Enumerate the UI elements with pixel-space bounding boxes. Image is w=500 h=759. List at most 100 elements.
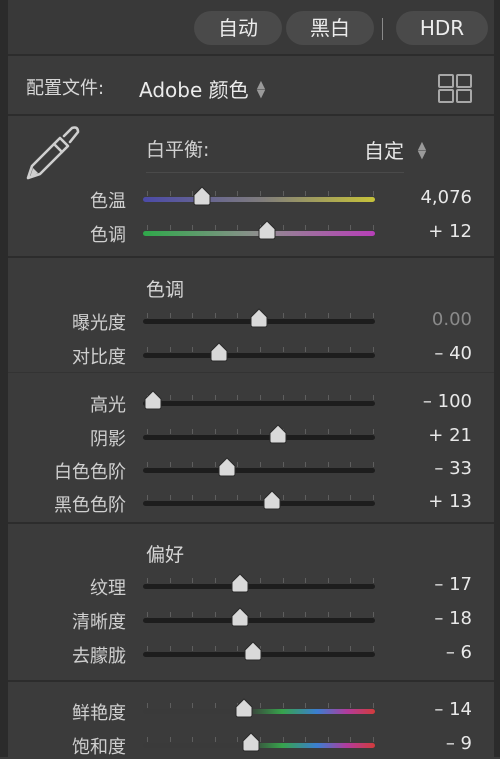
saturation-value[interactable]: – 9 — [372, 733, 472, 754]
tick — [169, 347, 171, 352]
tick — [305, 462, 307, 467]
tick — [260, 578, 261, 583]
highlights-label: 高光 — [90, 395, 126, 416]
tick — [237, 225, 239, 230]
profile-label: 配置文件: — [26, 78, 105, 99]
tick — [237, 191, 239, 196]
black-white-button[interactable]: 黑白 — [286, 11, 374, 45]
tick — [237, 646, 239, 651]
whites-slider-track[interactable] — [143, 468, 375, 473]
tick — [282, 395, 284, 400]
tick — [260, 429, 261, 434]
tick — [192, 737, 194, 742]
saturation-label: 饱和度 — [72, 737, 126, 758]
texture-value[interactable]: – 17 — [372, 574, 472, 595]
tone-section-title: 色调 — [146, 279, 185, 301]
tick — [192, 646, 194, 651]
shadows-slider-track[interactable] — [143, 435, 375, 440]
whites-value[interactable]: – 33 — [372, 458, 472, 479]
tick — [169, 191, 171, 196]
dehaze-value[interactable]: – 6 — [372, 642, 472, 663]
vibrance-label: 鲜艳度 — [72, 703, 126, 724]
separator — [382, 18, 383, 40]
temp-label: 色温 — [90, 191, 126, 212]
tick — [169, 462, 171, 467]
divider — [8, 372, 494, 373]
tick — [327, 578, 329, 583]
contrast-value[interactable]: – 40 — [372, 343, 472, 364]
texture-slider-track[interactable] — [143, 584, 375, 589]
tick — [350, 578, 352, 583]
tick — [147, 737, 148, 742]
tick-marks — [147, 578, 374, 584]
tick — [214, 313, 216, 318]
exposure-value[interactable]: 0.00 — [372, 309, 472, 330]
tick — [350, 646, 352, 651]
divider — [8, 680, 494, 682]
tick — [237, 313, 239, 318]
shadows-value[interactable]: + 21 — [372, 425, 472, 446]
vibrance-slider-track[interactable] — [143, 709, 375, 714]
tick — [214, 737, 216, 742]
tick — [237, 395, 239, 400]
tick — [237, 737, 239, 742]
highlights-value[interactable]: – 100 — [372, 391, 472, 412]
tick — [147, 578, 148, 583]
tick — [282, 462, 284, 467]
tick — [282, 495, 284, 500]
contrast-slider-track[interactable] — [143, 353, 375, 358]
temp-slider-track[interactable] — [143, 197, 375, 202]
divider — [8, 114, 494, 116]
tick — [282, 737, 284, 742]
temp-value[interactable]: 4,076 — [372, 187, 472, 208]
tick — [350, 347, 352, 352]
tick — [327, 191, 329, 196]
tick — [260, 191, 261, 196]
tick — [147, 462, 148, 467]
tick — [147, 347, 148, 352]
profile-browser-grid-icon[interactable] — [438, 74, 472, 103]
auto-button[interactable]: 自动 — [194, 11, 282, 45]
tick — [169, 225, 171, 230]
blacks-slider-track[interactable] — [143, 501, 375, 506]
tick — [282, 191, 284, 196]
tick — [147, 313, 148, 318]
profile-select[interactable]: Adobe 颜色 — [139, 74, 249, 103]
tick — [147, 429, 148, 434]
divider — [8, 522, 494, 524]
clarity-value[interactable]: – 18 — [372, 608, 472, 629]
tick — [305, 429, 307, 434]
tick — [350, 737, 352, 742]
treatment-bar: 自动 黑白 HDR — [8, 0, 494, 54]
updown-arrows-icon[interactable]: ▲ ▼ — [416, 140, 428, 160]
blacks-value[interactable]: + 13 — [372, 491, 472, 512]
tick — [350, 313, 352, 318]
tick — [237, 429, 239, 434]
eyedropper-icon[interactable] — [20, 122, 84, 186]
tick — [147, 703, 148, 708]
highlights-slider-track[interactable] — [143, 401, 375, 406]
hdr-button[interactable]: HDR — [396, 11, 488, 45]
profile-row: 配置文件: Adobe 颜色 ▲ ▼ — [8, 56, 494, 114]
white-balance-select[interactable]: 自定 — [364, 135, 404, 164]
tick — [192, 395, 194, 400]
tick — [327, 347, 329, 352]
tick — [147, 495, 148, 500]
tick — [305, 347, 307, 352]
tick — [214, 703, 216, 708]
clarity-slider-track[interactable] — [143, 618, 375, 623]
tick — [169, 429, 171, 434]
texture-label: 纹理 — [90, 578, 126, 599]
tint-label: 色调 — [90, 225, 126, 246]
updown-arrows-icon[interactable]: ▲ ▼ — [255, 79, 267, 99]
tick — [192, 703, 194, 708]
tick — [327, 313, 329, 318]
tint-value[interactable]: + 12 — [372, 221, 472, 242]
tick — [327, 429, 329, 434]
presence-section-title: 偏好 — [146, 544, 185, 566]
tick — [305, 737, 307, 742]
tick-marks — [147, 495, 374, 501]
vibrance-value[interactable]: – 14 — [372, 699, 472, 720]
clarity-label: 清晰度 — [72, 612, 126, 633]
tick — [192, 347, 194, 352]
